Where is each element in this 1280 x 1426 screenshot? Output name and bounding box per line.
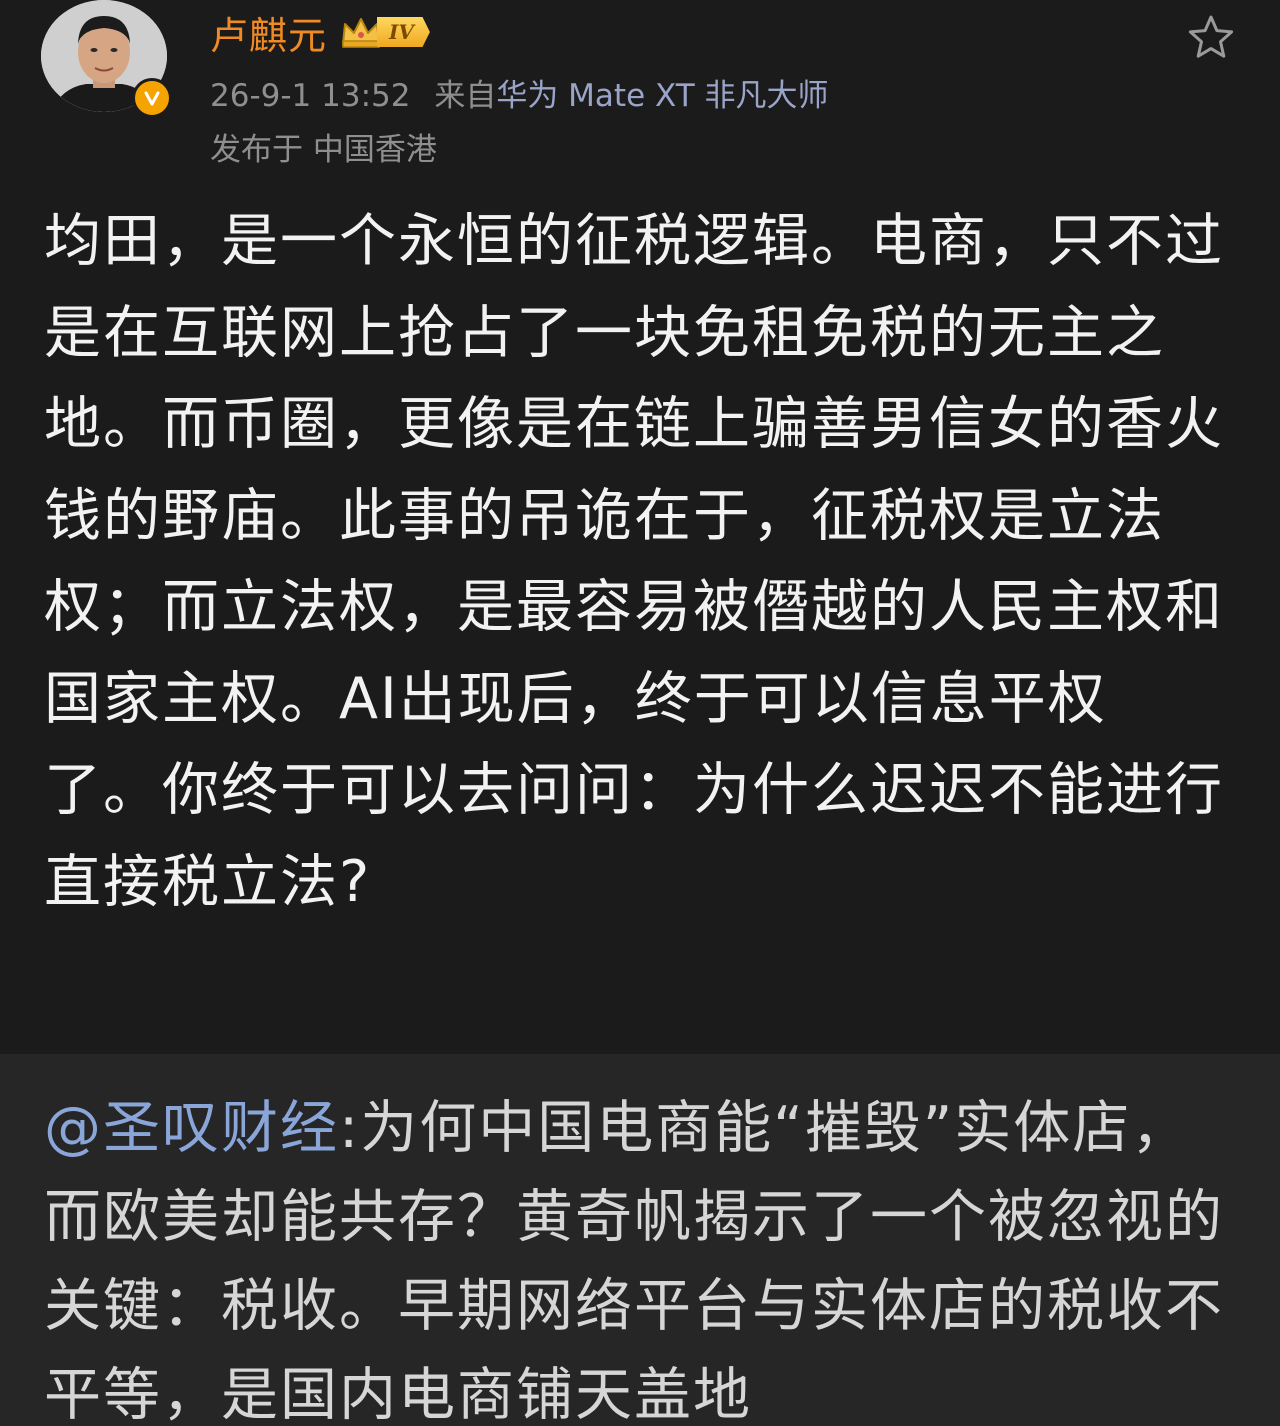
post-timestamp: 26-9-1 13:52: [210, 78, 411, 114]
avatar-container[interactable]: [41, 0, 172, 118]
repost-body: @圣叹财经:为何中国电商能“摧毁”实体店，而欧美却能共存？黄奇帆揭示了一个被忽视…: [44, 1084, 1234, 1426]
crown-icon: [342, 18, 381, 48]
level-label: IV: [377, 17, 430, 47]
post-location: 发布于 中国香港: [210, 132, 437, 168]
verified-v-icon: [132, 78, 172, 118]
star-outline-icon: [1188, 15, 1234, 58]
post-header: 卢麒元 IV 26-9-1 13:52 来自华为 Mate XT 非凡大师 发布…: [0, 0, 1280, 175]
reposted-content[interactable]: @圣叹财经:为何中国电商能“摧毁”实体店，而欧美却能共存？黄奇帆揭示了一个被忽视…: [0, 1054, 1280, 1426]
post-meta: 26-9-1 13:52 来自华为 Mate XT 非凡大师: [210, 70, 829, 115]
source-prefix: 来自: [434, 78, 497, 114]
post-body: 均田，是一个永恒的征税逻辑。电商，只不过是在互联网上抢占了一块免租免税的无主之地…: [44, 208, 1224, 915]
username[interactable]: 卢麒元: [210, 5, 327, 60]
user-level-badge[interactable]: IV: [339, 12, 430, 52]
device-source[interactable]: 华为 Mate XT 非凡大师: [496, 78, 828, 114]
username-row: 卢麒元 IV: [210, 4, 430, 60]
mention-link[interactable]: @圣叹财经: [44, 1095, 339, 1161]
favorite-button[interactable]: [1183, 10, 1239, 66]
weibo-post-page: 卢麒元 IV 26-9-1 13:52 来自华为 Mate XT 非凡大师 发布…: [0, 0, 1280, 1426]
